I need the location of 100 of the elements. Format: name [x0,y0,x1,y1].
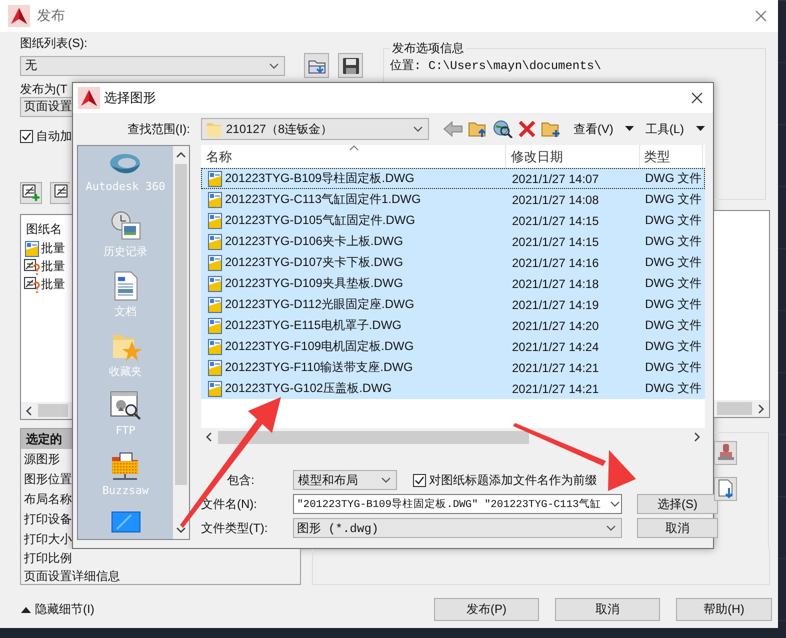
file-row[interactable]: 201223TYG-D107夹卡下板.DWG 2021/1/27 14:16 DWG 文件 [201,252,705,273]
scroll-right-icon[interactable] [756,402,766,414]
table-cell-text: 2021/1/27 14:07 [511,170,600,188]
table-cell-text: DWG 文件 [644,254,703,271]
table-cell-text: DWG 文件 [644,275,703,292]
sheet-list-dropdown[interactable]: 无 [20,56,286,76]
file-type-dropdown[interactable]: 图形 (*.dwg) [293,518,622,538]
menu-button[interactable]: 查看(V) [573,120,634,138]
file-row[interactable]: 201223TYG-D106夹卡上板.DWG 2021/1/27 14:15 DWG 文件 [201,231,705,252]
file-row[interactable]: 201223TYG-D112光眼固定座.DWG 2021/1/27 14:19 DWG 文件 [201,294,705,315]
check-icon [21,130,32,142]
dwg-file-icon [24,240,40,257]
dwg-file-icon [207,380,223,396]
file-name: 201223TYG-E115电机罩子.DWG [225,317,402,334]
monitor-icon [110,511,140,533]
scrollbar-thumb[interactable] [38,404,68,417]
field-label: 文件类型(T): [201,520,269,536]
app-logo-icon [78,87,100,109]
delete-icon[interactable] [518,120,536,138]
dialog-button[interactable]: 帮助(H) [676,598,772,621]
dwg-file-icon [207,360,223,376]
close-icon[interactable] [690,91,704,105]
file-row[interactable]: 201223TYG-B109导柱固定板.DWG 2021/1/27 14:07 DWG 文件 [201,168,705,189]
file-row[interactable]: 201223TYG-E115电机罩子.DWG 2021/1/27 14:20 DWG 文件 [201,315,705,336]
sheet-name[interactable]: 批量 [41,276,65,294]
dialog-title: 选择图形 [104,89,156,107]
dwg-file-icon [207,234,223,250]
select-button[interactable]: 选择(S) [637,494,718,514]
cancel-button[interactable]: 取消 [637,518,718,538]
checkbox[interactable] [413,474,426,486]
globe-search-icon[interactable] [493,120,514,138]
file-name-field[interactable]: "201223TYG-B109导柱固定板.DWG" "201223TYG-C113气缸 [293,494,622,514]
save-list-button[interactable] [338,53,363,78]
stamp-button[interactable] [714,441,737,465]
table-header: 选定的 [21,429,72,449]
dialog-button[interactable]: 发布(P) [434,598,539,621]
table-cell-text: 2021/1/27 14:08 [511,192,600,208]
scroll-down-icon[interactable] [175,525,187,535]
look-in-dropdown[interactable]: 210127（8连钣金） [201,118,430,140]
caret-icon [605,523,617,533]
table-cell-text: 源图形 [23,451,61,468]
dwg-file-icon [207,192,223,208]
dwg-file-icon [207,296,223,312]
field-label: 发布为(T [20,82,68,97]
file-name: 201223TYG-D107夹卡下板.DWG [225,254,404,271]
publish-as-dropdown[interactable]: 页面设置 [20,97,72,117]
scroll-up-icon[interactable] [175,150,187,160]
back-arrow-icon[interactable] [443,121,464,137]
table-cell-text: DWG 文件 [644,359,703,376]
checkbox-label: 自动加 [36,128,72,145]
remove-sheets-button[interactable] [50,182,70,204]
window-magnifier-icon [110,391,142,421]
scroll-right-icon[interactable] [692,431,702,443]
scrollbar-thumb[interactable] [175,164,187,485]
table-cell-text: 2021/1/27 14:24 [511,338,600,356]
table-cell-text: DWG 文件 [644,317,703,334]
sheet-name[interactable]: 批量 [41,258,65,276]
field-label: 包含: [226,472,256,488]
table-cell-text: 打印大小 [23,531,72,548]
file-row[interactable]: 201223TYG-F109电机固定板.DWG 2021/1/27 14:24 DWG 文件 [201,336,705,357]
hide-details-button[interactable]: 隐藏细节(I) [21,601,94,618]
file-row[interactable]: 201223TYG-C113气缸固定件1.DWG 2021/1/27 14:08 DWG 文件 [201,189,705,210]
caret-icon [625,126,634,132]
menu-button[interactable]: 工具(L) [645,120,705,138]
table-cell-text: 2021/1/27 14:18 [511,276,600,292]
dwg-file-icon [207,318,223,334]
sheet-warning-icon [24,258,40,275]
sheet-name[interactable]: 批量 [41,240,65,258]
scrollbar-thumb[interactable] [717,402,752,415]
table-cell-text: 页面设置详细信息 [23,568,121,585]
table-cell-text: 2021/1/27 14:21 [511,360,600,376]
new-folder-icon[interactable] [541,120,562,138]
checkbox[interactable] [20,130,33,143]
file-row[interactable]: 201223TYG-F110输送带支座.DWG 2021/1/27 14:21 DWG 文件 [201,357,705,378]
dialog-button[interactable]: 取消 [555,598,660,621]
file-name: 201223TYG-D109夹具垫板.DWG [225,275,404,292]
table-cell-text: DWG 文件 [644,212,703,229]
table-cell-text: DWG 文件 [644,380,703,397]
field-label: 查找范围(I): [126,120,190,138]
file-row[interactable]: 201223TYG-D105气缸固定件.DWG 2021/1/27 14:15 DWG 文件 [201,210,705,231]
scroll-left-icon[interactable] [204,431,214,443]
scroll-left-icon[interactable] [24,404,34,416]
scrollbar-thumb[interactable] [218,430,529,444]
table-cell-text: 2021/1/27 14:16 [511,254,600,272]
group-title: 发布选项信息 [391,40,465,57]
caret-icon [608,499,621,509]
export-button[interactable] [714,477,737,501]
column-header: 图纸名 [25,220,63,238]
dwg-file-icon [207,170,223,186]
file-row[interactable]: 201223TYG-D109夹具垫板.DWG 2021/1/27 14:18 DWG 文件 [201,273,705,294]
add-sheets-button[interactable] [20,182,42,204]
load-list-button[interactable] [304,53,330,78]
folder-up-icon[interactable] [468,120,488,138]
document-icon [112,271,138,301]
sheet-warning-icon [24,276,40,293]
table-cell-text: 2021/1/27 14:20 [511,318,600,334]
table-cell-text: DWG 文件 [644,296,703,313]
include-dropdown[interactable]: 模型和布局 [293,470,397,490]
file-row[interactable]: 201223TYG-G102压盖板.DWG 2021/1/27 14:21 DWG 文件 [201,378,705,399]
dwg-file-icon [207,212,223,228]
